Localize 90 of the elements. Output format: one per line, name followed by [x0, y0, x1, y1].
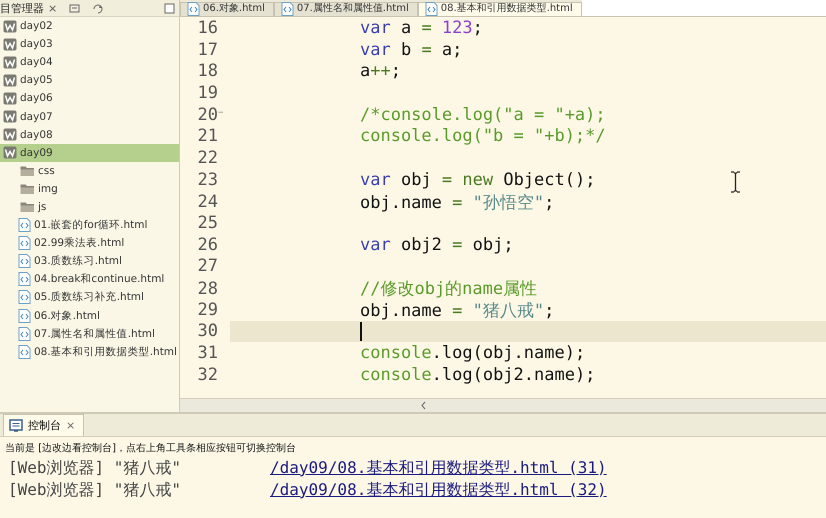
source-link[interactable]: /day09/08.基本和引用数据类型.html (31) — [270, 458, 607, 478]
folder-icon — [20, 200, 35, 214]
html-file-icon — [18, 218, 31, 232]
tree-item[interactable]: day05 — [0, 71, 179, 90]
console-icon — [9, 419, 23, 432]
web-project-icon — [3, 20, 17, 33]
code-line: /*console.log("a = "+a); — [360, 104, 606, 125]
html-file-icon — [18, 344, 31, 359]
code-line: console.log(obj2.name); — [360, 364, 596, 385]
tree-item[interactable]: 07.属性名和属性值.html — [0, 324, 179, 343]
tree-item[interactable]: js — [0, 198, 179, 216]
html-file-icon — [18, 290, 31, 304]
editor-tab[interactable]: 08.基本和引用数据类型.html — [418, 2, 582, 16]
folder-icon — [20, 182, 35, 196]
line-number: 30 — [196, 321, 218, 342]
line-number: 16 — [196, 18, 218, 38]
code-line: var a = 123; — [360, 18, 483, 38]
code-line: var obj2 = obj; — [360, 234, 514, 255]
code-line: obj.name = "孙悟空"; — [360, 192, 554, 214]
tree-item[interactable]: day03 — [0, 35, 179, 54]
tree-item[interactable]: 05.质数练习补充.html — [0, 288, 179, 306]
code-line: console.log(obj.name); — [360, 343, 586, 364]
html-file-icon — [18, 236, 31, 250]
line-number: 21 — [196, 126, 218, 146]
close-button[interactable]: × — [66, 419, 76, 432]
line-number: 32 — [196, 364, 218, 385]
console-message: [Web浏览器] "猪八戒" — [8, 458, 182, 478]
code-line: var obj = new Object(); — [360, 170, 596, 190]
line-number: 20 — [196, 104, 218, 125]
line-number: 29 — [196, 300, 218, 320]
line-number: 18 — [196, 61, 218, 82]
tree-item[interactable]: 02.99乘法表.html — [0, 234, 179, 252]
tree-item[interactable]: day07 — [0, 107, 179, 126]
panel-title: 目管理器 — [0, 0, 44, 16]
line-number: 19 — [196, 82, 218, 103]
web-project-icon — [3, 128, 17, 142]
editor-tab[interactable]: 06.对象.html — [180, 2, 274, 16]
html-file-icon — [18, 326, 31, 341]
tree-item[interactable]: day08 — [0, 126, 179, 144]
maximize-icon — [164, 2, 175, 14]
web-project-icon — [3, 110, 17, 124]
tree-item[interactable]: day09 — [0, 144, 179, 162]
html-file-icon — [187, 2, 200, 16]
code-line: console.log("b = "+b);*/ — [360, 126, 606, 146]
editor-tab[interactable]: 07.属性名和属性值.html — [274, 2, 418, 16]
html-file-icon — [18, 254, 31, 268]
source-link[interactable]: /day09/08.基本和引用数据类型.html (32) — [270, 480, 607, 500]
web-project-icon — [3, 38, 17, 51]
code-line: obj.name = "猪八戒"; — [360, 300, 554, 322]
tree-item[interactable]: img — [0, 180, 179, 198]
text-cursor-icon — [729, 171, 742, 193]
text-caret — [360, 322, 362, 342]
tree-item[interactable]: day06 — [0, 89, 179, 108]
line-number: 22 — [196, 148, 218, 168]
web-project-icon — [3, 56, 17, 69]
tree-item[interactable]: 01.嵌套的for循环.html — [0, 216, 179, 234]
line-number: 24 — [196, 192, 218, 212]
line-number: 31 — [196, 343, 218, 364]
tree-item[interactable]: day04 — [0, 53, 179, 72]
web-project-icon — [3, 146, 17, 160]
line-number: 28 — [196, 278, 218, 299]
tree-item[interactable]: 08.基本和引用数据类型.html — [0, 342, 179, 361]
html-file-icon — [18, 308, 31, 323]
console-tab[interactable]: 控制台 × — [3, 414, 84, 436]
line-number: 25 — [196, 213, 218, 234]
tree-item[interactable]: day02 — [0, 17, 179, 36]
line-number: 26 — [196, 234, 218, 255]
console-message: [Web浏览器] "猪八戒" — [8, 480, 182, 500]
web-project-icon — [3, 74, 17, 87]
line-number: 23 — [196, 170, 218, 190]
code-line: var b = a; — [360, 40, 462, 60]
html-file-icon — [18, 272, 31, 286]
tree-item[interactable]: 06.对象.html — [0, 306, 179, 325]
line-number: 27 — [196, 256, 218, 276]
code-line: //修改obj的name属性 — [360, 278, 538, 300]
horizontal-scrollbar[interactable] — [180, 398, 826, 412]
tree-item[interactable]: 04.break和continue.html — [0, 270, 179, 288]
line-number: 17 — [196, 40, 218, 60]
html-file-icon — [424, 2, 438, 16]
sync-icon — [92, 2, 104, 14]
tree-item[interactable]: css — [0, 162, 179, 180]
scroll-left-icon — [420, 401, 427, 410]
collapse-icon — [69, 2, 80, 14]
console-notice: 当前是 [边改边看控制台]，点右上角工具条相应按钮可切换控制台 — [4, 442, 297, 456]
web-project-icon — [3, 92, 17, 105]
close-button[interactable]: × — [48, 2, 58, 14]
html-file-icon — [280, 2, 294, 16]
code-line: a++; — [360, 61, 401, 82]
tree-item[interactable]: 03.质数练习.html — [0, 252, 179, 270]
folder-icon — [20, 164, 35, 178]
